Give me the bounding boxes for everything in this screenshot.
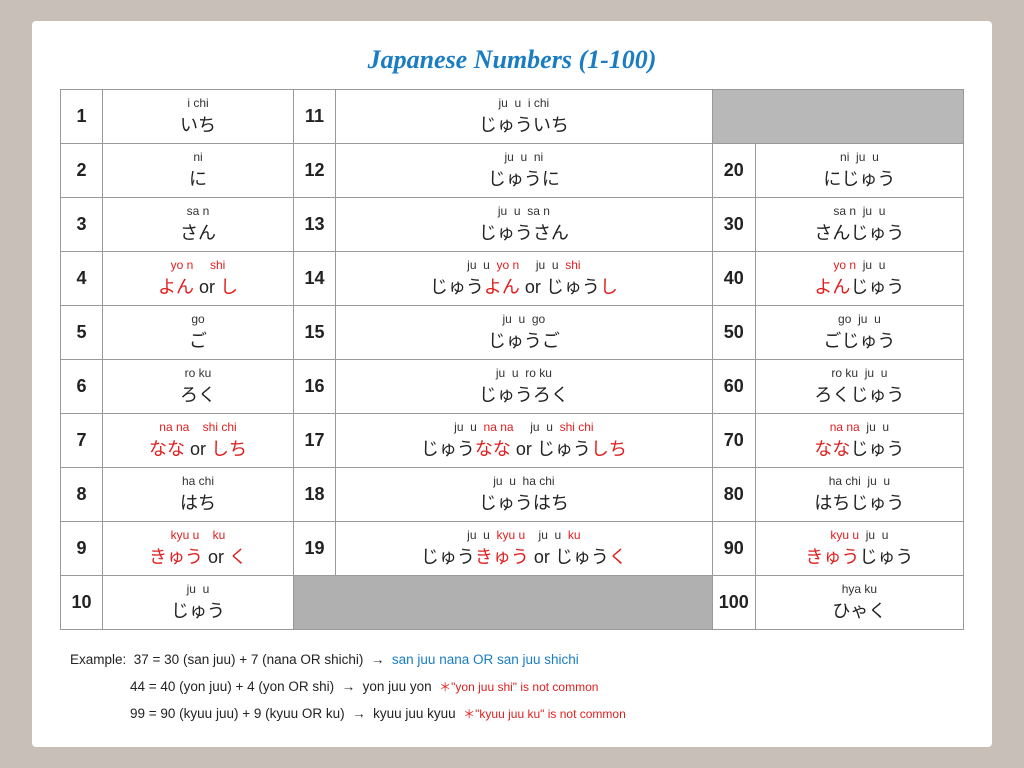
empty-top-right — [712, 90, 963, 144]
num-8: 8 — [61, 468, 103, 522]
num-6: 6 — [61, 360, 103, 414]
reading-60: ro ku ju u ろくじゅう — [755, 360, 963, 414]
reading-70: na na ju u ななじゅう — [755, 414, 963, 468]
example-line-2: 44 = 40 (yon juu) + 4 (yon OR shi) → yon… — [70, 673, 964, 700]
reading-6: ro ku ろく — [103, 360, 294, 414]
reading-90: kyu u ju u きゅうじゅう — [755, 522, 963, 576]
num-13: 13 — [293, 198, 335, 252]
reading-20: ni ju u にじゅう — [755, 144, 963, 198]
num-2: 2 — [61, 144, 103, 198]
reading-50: go ju u ごじゅう — [755, 306, 963, 360]
reading-8: ha chi はち — [103, 468, 294, 522]
reading-14: ju u yo n ju u shi じゅうよん or じゅうし — [335, 252, 712, 306]
num-70: 70 — [712, 414, 755, 468]
reading-2: ni に — [103, 144, 294, 198]
numbers-table: 1 i chi いち 11 ju u i chi じゅういち 2 ni に — [60, 89, 964, 630]
num-80: 80 — [712, 468, 755, 522]
num-9: 9 — [61, 522, 103, 576]
num-12: 12 — [293, 144, 335, 198]
reading-19: ju u kyu u ju u ku じゅうきゅう or じゅうく — [335, 522, 712, 576]
num-4: 4 — [61, 252, 103, 306]
num-17: 17 — [293, 414, 335, 468]
reading-40: yo n ju u よんじゅう — [755, 252, 963, 306]
num-3: 3 — [61, 198, 103, 252]
reading-7: na na shi chi なな or しち — [103, 414, 294, 468]
num-1: 1 — [61, 90, 103, 144]
reading-13: ju u sa n じゅうさん — [335, 198, 712, 252]
example-line-3: 99 = 90 (kyuu juu) + 9 (kyuu OR ku) → ky… — [70, 700, 964, 727]
num-10: 10 — [61, 576, 103, 630]
num-40: 40 — [712, 252, 755, 306]
reading-30: sa n ju u さんじゅう — [755, 198, 963, 252]
num-5: 5 — [61, 306, 103, 360]
num-19: 19 — [293, 522, 335, 576]
page-title: Japanese Numbers (1-100) — [60, 45, 964, 75]
reading-12: ju u ni じゅうに — [335, 144, 712, 198]
num-18: 18 — [293, 468, 335, 522]
empty-10-right — [293, 576, 712, 630]
num-7: 7 — [61, 414, 103, 468]
num-14: 14 — [293, 252, 335, 306]
reading-9: kyu u ku きゅう or く — [103, 522, 294, 576]
reading-80: ha chi ju u はちじゅう — [755, 468, 963, 522]
num-50: 50 — [712, 306, 755, 360]
num-90: 90 — [712, 522, 755, 576]
reading-11: ju u i chi じゅういち — [335, 90, 712, 144]
reading-10: ju u じゅう — [103, 576, 294, 630]
reading-18: ju u ha chi じゅうはち — [335, 468, 712, 522]
reading-16: ju u ro ku じゅうろく — [335, 360, 712, 414]
reading-4: yo n shi よん or し — [103, 252, 294, 306]
reading-1: i chi いち — [103, 90, 294, 144]
reading-100: hya ku ひゃく — [755, 576, 963, 630]
num-16: 16 — [293, 360, 335, 414]
num-30: 30 — [712, 198, 755, 252]
example-line-1: Example: 37 = 30 (san juu) + 7 (nana OR … — [70, 646, 964, 673]
num-20: 20 — [712, 144, 755, 198]
reading-5: go ご — [103, 306, 294, 360]
examples-section: Example: 37 = 30 (san juu) + 7 (nana OR … — [60, 646, 964, 727]
num-15: 15 — [293, 306, 335, 360]
num-11: 11 — [293, 90, 335, 144]
reading-17: ju u na na ju u shi chi じゅうなな or じゅうしち — [335, 414, 712, 468]
reading-15: ju u go じゅうご — [335, 306, 712, 360]
main-card: Japanese Numbers (1-100) 1 i chi いち 11 j… — [32, 21, 992, 747]
reading-3: sa n さん — [103, 198, 294, 252]
num-100: 100 — [712, 576, 755, 630]
num-60: 60 — [712, 360, 755, 414]
